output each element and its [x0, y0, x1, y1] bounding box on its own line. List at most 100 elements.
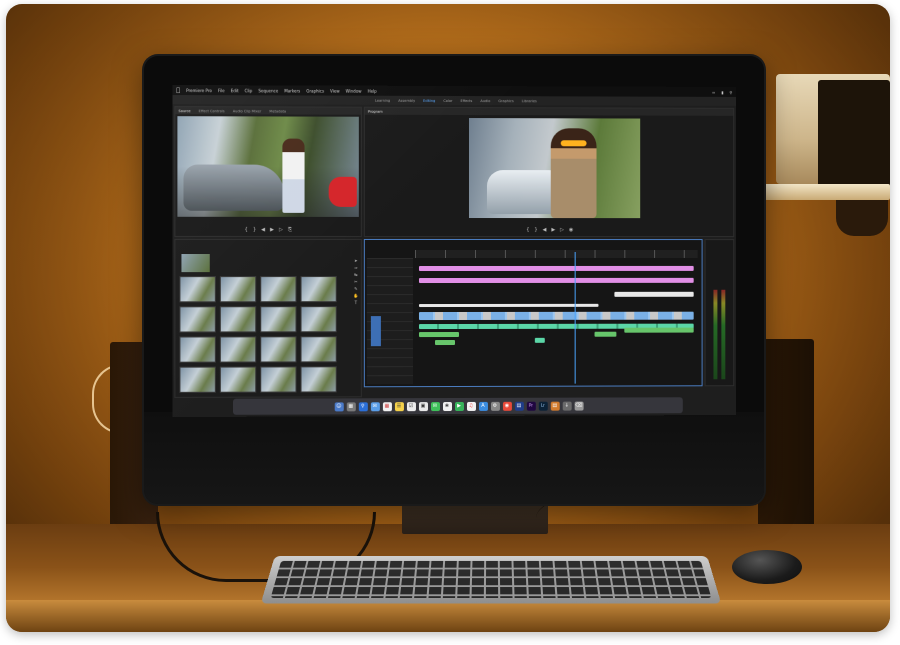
media-thumbnail[interactable] — [179, 367, 215, 393]
menu-item-app[interactable]: Premiere Pro — [186, 88, 212, 93]
media-thumbnail[interactable] — [179, 336, 215, 362]
track-target-selected[interactable] — [371, 316, 381, 346]
media-thumbnail[interactable] — [301, 276, 337, 302]
downloads-icon[interactable]: ↓ — [562, 401, 571, 410]
music-icon[interactable]: ♫ — [466, 401, 475, 410]
mark-in-icon[interactable]: { — [245, 227, 248, 233]
pen-tool-icon[interactable]: ✎ — [354, 286, 357, 291]
step-forward-icon[interactable]: ▷ — [279, 227, 283, 233]
battery-icon[interactable]: ▮ — [721, 89, 723, 94]
program-mark-in-icon[interactable]: { — [526, 227, 529, 233]
source-frame-person — [282, 139, 304, 213]
media-thumbnail[interactable] — [220, 367, 256, 393]
timeline-clip[interactable] — [595, 332, 617, 337]
workspace-learning[interactable]: Learning — [375, 98, 390, 102]
tab-audio-clip-mixer[interactable]: Audio Clip Mixer — [233, 109, 262, 113]
media-thumbnail[interactable] — [179, 306, 215, 332]
media-thumbnail[interactable] — [301, 336, 337, 362]
chrome-icon[interactable]: ◉ — [502, 401, 511, 410]
timeline-clip[interactable] — [419, 312, 694, 320]
program-export-frame-icon[interactable]: ◉ — [569, 227, 573, 233]
workspace-libraries[interactable]: Libraries — [522, 99, 537, 103]
safari-icon[interactable]: ⚲ — [358, 402, 367, 411]
launchpad-icon[interactable]: ▦ — [346, 402, 355, 411]
lightroom-icon[interactable]: Lr — [538, 401, 547, 410]
workspace-graphics[interactable]: Graphics — [498, 99, 513, 103]
timeline-clip[interactable] — [419, 266, 694, 271]
media-thumbnail[interactable] — [220, 306, 256, 332]
insert-icon[interactable]: ⎘ — [288, 227, 292, 233]
menu-item-clip[interactable]: Clip — [245, 88, 253, 93]
calendar-icon[interactable]: ▦ — [382, 402, 391, 411]
search-icon[interactable]: ⚲ — [729, 89, 732, 94]
source-video-frame[interactable] — [177, 116, 358, 217]
ripple-edit-tool-icon[interactable]: ↹ — [354, 272, 357, 277]
media-thumbnail[interactable] — [260, 366, 296, 392]
step-back-icon[interactable]: ◀ — [261, 227, 265, 233]
menu-item-edit[interactable]: Edit — [231, 88, 239, 93]
media-thumbnail[interactable] — [179, 276, 215, 302]
timeline-playhead[interactable] — [575, 252, 576, 384]
notes-icon[interactable]: ☰ — [394, 402, 403, 411]
tab-source[interactable]: Source — [178, 109, 190, 113]
media-thumbnail[interactable] — [260, 306, 296, 332]
timeline-clip[interactable] — [614, 292, 693, 297]
reminders-icon[interactable]: ☑ — [406, 402, 415, 411]
menu-item-sequence[interactable]: Sequence — [258, 88, 278, 93]
messages-icon[interactable]: ✉ — [430, 402, 439, 411]
program-mark-out-icon[interactable]: } — [534, 227, 537, 233]
menu-item-markers[interactable]: Markers — [284, 88, 300, 93]
tab-effect-controls[interactable]: Effect Controls — [199, 109, 225, 113]
program-play-icon[interactable]: ▶ — [551, 227, 555, 233]
program-step-forward-icon[interactable]: ▷ — [560, 227, 564, 233]
workspace-effects[interactable]: Effects — [460, 99, 472, 103]
photos-icon[interactable]: ❀ — [443, 402, 452, 411]
program-video-frame[interactable] — [469, 118, 640, 218]
system-preferences-icon[interactable]: ⚙ — [490, 401, 499, 410]
media-thumbnail[interactable] — [260, 336, 296, 362]
workspace-audio[interactable]: Audio — [480, 99, 490, 103]
menu-item-file[interactable]: File — [218, 88, 225, 93]
timeline-clip[interactable] — [535, 338, 545, 343]
premiere-pro-icon[interactable]: Pr — [526, 401, 535, 410]
tab-metadata[interactable]: Metadata — [269, 109, 286, 113]
preview-icon[interactable]: ▣ — [418, 402, 427, 411]
menu-item-graphics[interactable]: Graphics — [306, 88, 324, 93]
play-icon[interactable]: ▶ — [270, 227, 274, 233]
apple-icon[interactable]:  — [176, 87, 180, 94]
workspace-bar: Learning Assembly Editing Color Effects … — [172, 95, 736, 106]
workspace-editing[interactable]: Editing — [423, 98, 435, 102]
track-select-tool-icon[interactable]: ⇒ — [354, 265, 357, 270]
selection-tool-icon[interactable]: ➤ — [354, 258, 357, 263]
facetime-icon[interactable]: ▶ — [455, 401, 464, 410]
media-thumbnail[interactable] — [301, 366, 337, 392]
menu-item-view[interactable]: View — [330, 88, 340, 93]
media-thumbnail[interactable] — [260, 276, 296, 302]
workspace-assembly[interactable]: Assembly — [398, 98, 415, 102]
tab-program[interactable]: Program — [368, 109, 383, 113]
timeline-clip[interactable] — [419, 304, 599, 307]
media-thumbnail[interactable] — [220, 276, 256, 302]
type-tool-icon[interactable]: T — [355, 300, 357, 305]
mail-icon[interactable]: ✉ — [370, 402, 379, 411]
mark-out-icon[interactable]: } — [253, 227, 256, 233]
menu-item-window[interactable]: Window — [346, 88, 362, 93]
workspace-color[interactable]: Color — [443, 98, 452, 102]
timeline-clip[interactable] — [624, 328, 693, 333]
word-icon[interactable]: ▤ — [514, 401, 523, 410]
timeline-ruler[interactable] — [415, 250, 698, 258]
trash-icon[interactable]: ⌫ — [574, 401, 583, 410]
folder-icon[interactable]: ▤ — [550, 401, 559, 410]
razor-tool-icon[interactable]: ✂ — [354, 279, 357, 284]
media-thumbnail[interactable] — [301, 306, 337, 332]
app-store-icon[interactable]: A — [478, 401, 487, 410]
menu-item-help[interactable]: Help — [368, 88, 377, 93]
wifi-icon[interactable]: ≈ — [712, 89, 715, 94]
timeline-clip[interactable] — [419, 332, 459, 337]
program-step-back-icon[interactable]: ◀ — [543, 227, 547, 233]
hand-tool-icon[interactable]: ✋ — [353, 293, 358, 298]
timeline-clip[interactable] — [419, 278, 694, 283]
finder-icon[interactable]: ☺ — [334, 402, 343, 411]
timeline-clip[interactable] — [435, 340, 455, 345]
media-thumbnail[interactable] — [220, 336, 256, 362]
